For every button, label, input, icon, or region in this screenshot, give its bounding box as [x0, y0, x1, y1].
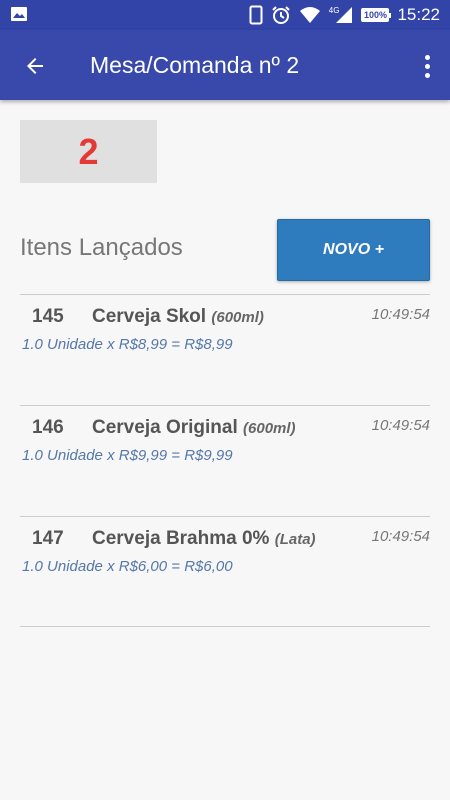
- item-size: (600ml): [243, 420, 296, 437]
- arrow-left-icon: [27, 58, 43, 74]
- phone-vibrate-icon: [249, 5, 263, 25]
- wifi-icon: [299, 6, 321, 24]
- list-item[interactable]: 145 Cerveja Skol (600ml) 10:49:54 1.0 Un…: [20, 295, 430, 395]
- item-time: 10:49:54: [371, 417, 430, 434]
- more-vert-icon: [424, 54, 430, 60]
- item-time: 10:49:54: [371, 528, 430, 545]
- items-section-label: Itens Lançados: [20, 234, 183, 261]
- item-name-line: Cerveja Original (600ml): [92, 417, 296, 439]
- battery-icon: 100%: [361, 8, 392, 22]
- item-name: Cerveja Skol: [92, 306, 207, 327]
- status-time: 15:22: [397, 5, 440, 24]
- table-number-box: 2: [20, 120, 157, 183]
- item-size: (Lata): [274, 531, 316, 548]
- list-item[interactable]: 147 Cerveja Brahma 0% (Lata) 10:49:54 1.…: [20, 517, 430, 617]
- item-detail: 1.0 Unidade x R$6,00 = R$6,00: [22, 558, 233, 575]
- gallery-notification-icon: [10, 6, 28, 26]
- overflow-menu-button[interactable]: [420, 52, 434, 80]
- new-item-button[interactable]: NOVO +: [277, 219, 430, 281]
- list-item[interactable]: 146 Cerveja Original (600ml) 10:49:54 1.…: [20, 406, 430, 506]
- app-bar: Mesa/Comanda nº 2: [0, 30, 450, 100]
- item-detail: 1.0 Unidade x R$8,99 = R$8,99: [22, 336, 233, 353]
- back-button[interactable]: [20, 51, 50, 81]
- item-code: 146: [32, 417, 64, 438]
- item-name-line: Cerveja Brahma 0% (Lata): [92, 528, 316, 550]
- item-name: Cerveja Brahma 0%: [92, 528, 270, 549]
- item-name-line: Cerveja Skol (600ml): [92, 306, 264, 328]
- item-detail: 1.0 Unidade x R$9,99 = R$9,99: [22, 447, 233, 464]
- alarm-icon: [271, 5, 291, 25]
- item-name: Cerveja Original: [92, 417, 238, 438]
- divider: [20, 626, 430, 627]
- status-bar: 4G 100% 15:22: [0, 0, 450, 30]
- page-title: Mesa/Comanda nº 2: [90, 52, 300, 78]
- battery-level: 100%: [361, 8, 392, 22]
- network-type-label: 4G: [328, 5, 340, 15]
- item-time: 10:49:54: [371, 306, 430, 323]
- item-code: 145: [32, 306, 64, 327]
- item-size: (600ml): [211, 309, 264, 326]
- item-code: 147: [32, 528, 64, 549]
